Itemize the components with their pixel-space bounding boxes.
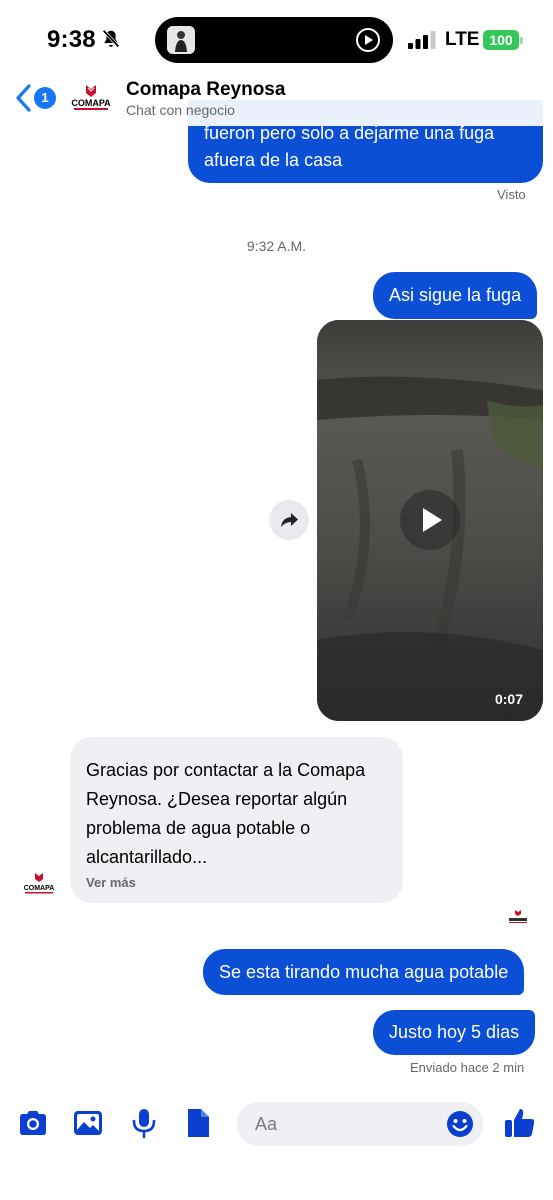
seen-status: Visto <box>497 187 526 202</box>
image-icon[interactable] <box>71 1106 105 1140</box>
play-icon[interactable] <box>355 27 381 53</box>
message-text: Reynosa. ¿Desea reportar algún <box>86 789 348 809</box>
chat-header: 1 COMAPA Comapa Reynosa Chat con negocio <box>0 72 553 126</box>
status-time: 9:38 <box>47 26 96 53</box>
thumbs-up-icon[interactable] <box>503 1106 537 1140</box>
microphone-icon[interactable] <box>127 1106 161 1140</box>
message-incoming[interactable]: Gracias por contactar a la Comapa Reynos… <box>70 737 403 903</box>
share-arrow-icon <box>281 513 298 527</box>
message-input[interactable] <box>255 1102 445 1146</box>
dynamic-island[interactable] <box>155 17 393 63</box>
message-outgoing[interactable]: Asi sigue la fuga <box>373 272 538 319</box>
emoji-icon[interactable] <box>445 1109 475 1139</box>
message-outgoing[interactable]: Se esta tirando mucha agua potable <box>203 949 525 995</box>
message-text: problema de agua potable o <box>86 818 311 838</box>
sent-status: Enviado hace 2 min <box>410 1060 525 1075</box>
message-text: alcantarillado... <box>86 847 208 867</box>
battery-icon: 100 <box>483 30 523 50</box>
file-icon[interactable] <box>181 1106 215 1140</box>
read-receipt-avatar <box>507 910 529 924</box>
network-label: LTE <box>445 29 480 50</box>
message-text: Asi sigue la fuga <box>389 285 522 305</box>
message-composer <box>0 1096 553 1152</box>
logo-text: COMAPA <box>24 885 55 892</box>
message-outgoing[interactable]: Justo hoy 5 dias <box>373 1010 536 1055</box>
business-avatar[interactable]: COMAPA <box>71 84 111 112</box>
see-more-link[interactable]: Ver más <box>86 874 387 892</box>
battery-level: 100 <box>483 30 519 50</box>
chevron-left-icon <box>16 84 31 112</box>
business-avatar-small[interactable]: COMAPA <box>22 873 56 895</box>
now-playing-thumbnail <box>167 26 195 54</box>
bell-slash-icon <box>102 29 120 48</box>
video-message[interactable]: 0:07 <box>317 320 543 721</box>
unread-count-badge: 1 <box>34 87 56 109</box>
play-icon <box>423 508 442 532</box>
battery-cap <box>520 37 523 44</box>
contact-subtitle: Chat con negocio <box>126 102 235 118</box>
video-duration: 0:07 <box>494 691 523 707</box>
message-text: Gracias por contactar a la Comapa <box>86 760 366 780</box>
message-text: Se esta tirando mucha agua potable <box>219 962 509 982</box>
timestamp-divider: 9:32 A.M. <box>246 238 307 254</box>
status-bar: 9:38 LTE 100 <box>0 0 553 80</box>
camera-icon[interactable] <box>16 1106 50 1140</box>
signal-icon <box>408 31 436 49</box>
back-button[interactable]: 1 <box>14 84 62 114</box>
message-text: afuera de la casa <box>204 150 343 170</box>
share-button[interactable] <box>269 500 309 540</box>
video-play-button[interactable] <box>400 490 460 550</box>
contact-name[interactable]: Comapa Reynosa <box>126 79 285 101</box>
logo-text: COMAPA <box>71 98 111 108</box>
message-text: Justo hoy 5 dias <box>389 1022 520 1042</box>
message-input-container[interactable] <box>237 1102 483 1146</box>
